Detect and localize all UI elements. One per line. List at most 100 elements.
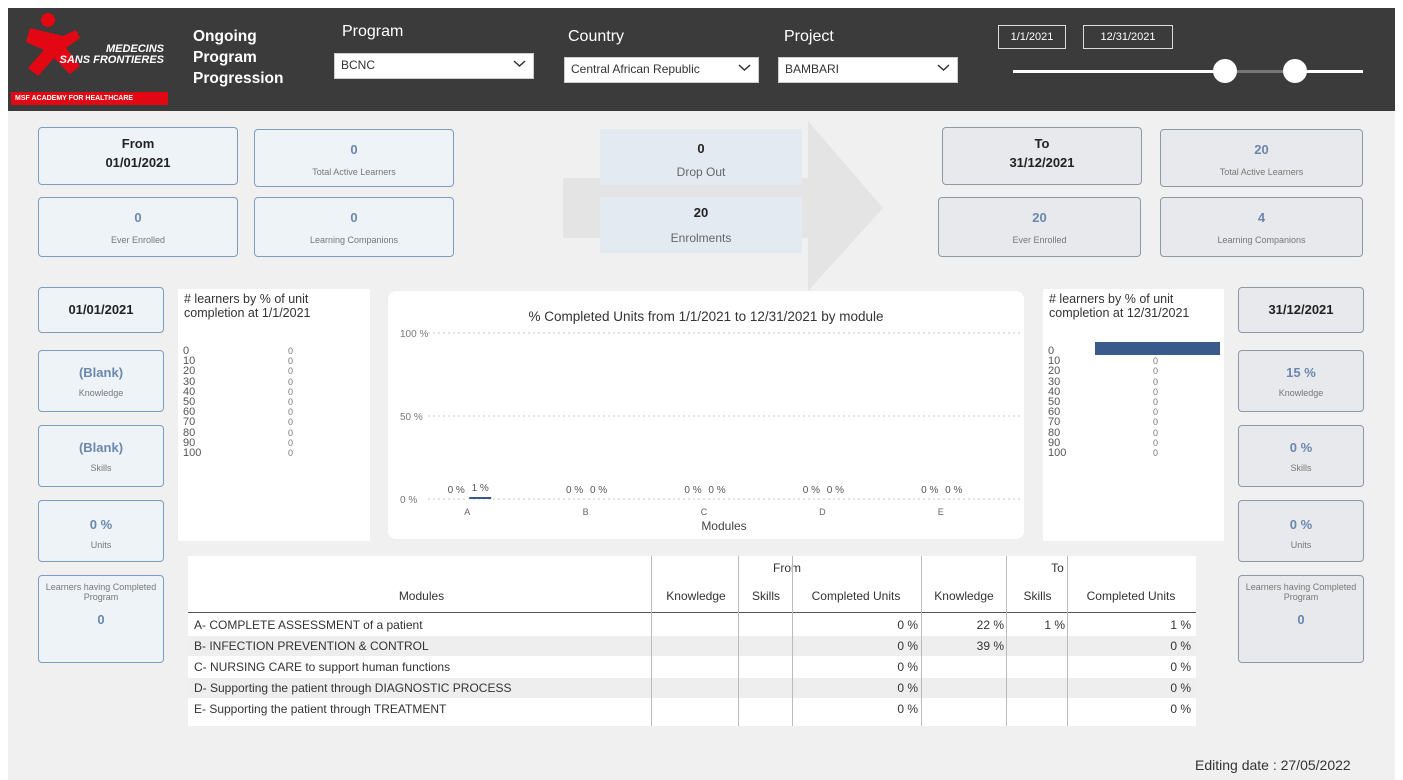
from-ever-enrolled-value: 0 — [134, 210, 142, 225]
y-tick-label: 0 % — [400, 495, 417, 506]
left-skills-card: (Blank) Skills — [38, 425, 164, 487]
left-date: 01/01/2021 — [68, 302, 134, 317]
histogram-row: 20 0 — [1043, 366, 1224, 377]
to-total-active-value: 20 — [1254, 142, 1269, 157]
table-row[interactable]: C- NURSING CARE to support human functio… — [188, 657, 1196, 677]
date-end-input[interactable]: 12/31/2021 — [1083, 25, 1173, 49]
histogram-count: 0 — [1153, 366, 1159, 377]
left-knowledge-value: (Blank) — [78, 365, 124, 380]
right-knowledge-label: Knowledge — [1278, 388, 1324, 398]
column-header: Completed Units — [811, 589, 901, 603]
table-cell — [656, 636, 736, 656]
to-ever-enrolled-card: 20 Ever Enrolled — [938, 197, 1141, 257]
data-label: 0 % — [803, 485, 820, 496]
table-group-header: From To — [188, 558, 1196, 578]
histogram-row: 10 0 — [178, 356, 370, 367]
column-header: Skills — [1023, 589, 1052, 603]
left-knowledge-card: (Blank) Knowledge — [38, 350, 164, 412]
project-value: BAMBARI — [785, 62, 840, 76]
right-units-card: 0 % Units — [1238, 500, 1364, 562]
chevron-down-icon — [513, 60, 526, 68]
table-cell — [656, 657, 736, 677]
date-start-input[interactable]: 1/1/2021 — [998, 25, 1066, 49]
histogram-row: 00 — [178, 346, 370, 357]
table-row[interactable]: D- Supporting the patient through DIAGNO… — [188, 678, 1196, 698]
project-dropdown[interactable]: BAMBARI — [778, 57, 958, 83]
date-slider-track[interactable] — [1013, 70, 1363, 73]
country-dropdown[interactable]: Central African Republic — [564, 57, 759, 83]
to-date-card: To 31/12/2021 — [942, 127, 1142, 185]
date-slider-start-handle[interactable] — [1213, 59, 1237, 83]
left-date-card: 01/01/2021 — [38, 287, 164, 333]
table-cell — [1010, 678, 1065, 698]
to-total-active-label: Total Active Learners — [1219, 167, 1304, 177]
histogram-count: 0 — [288, 397, 294, 407]
column-divider — [792, 556, 793, 726]
table-cell: 1 % — [1170, 618, 1191, 632]
left-units-value: 0 % — [89, 517, 113, 532]
histogram-count: 0 — [1153, 427, 1159, 438]
right-skills-value: 0 % — [1289, 440, 1313, 455]
column-header: Completed Units — [1086, 589, 1176, 603]
table-cell: A- COMPLETE ASSESSMENT of a patient — [194, 618, 423, 632]
left-units-label: Units — [90, 540, 112, 550]
left-completed-value: 0 — [97, 612, 105, 627]
table-row[interactable]: B- INFECTION PREVENTION & CONTROL 0 % 39 %… — [188, 636, 1196, 656]
to-ever-enrolled-label: Ever Enrolled — [1012, 235, 1067, 245]
histogram-bucket-label: 100 — [1048, 447, 1067, 459]
histogram-count: 0 — [1153, 417, 1159, 428]
data-label: 0 % — [827, 485, 844, 496]
date-slider-end-handle[interactable] — [1283, 59, 1307, 83]
table-cell — [1010, 699, 1065, 719]
page-title: Ongoing Program Progression — [193, 28, 284, 87]
histogram-right-panel: # learners by % of unit completion at 12… — [1043, 289, 1224, 541]
logo-text: MEDECINS SANS FRONTIERES — [59, 43, 164, 66]
data-label: 0 % — [566, 485, 583, 496]
group-header-from: From — [773, 561, 801, 575]
table-cell: 0 % — [897, 618, 918, 632]
histogram-count: 0 — [288, 417, 294, 428]
table-row[interactable]: E- Supporting the patient through TREATM… — [188, 699, 1196, 719]
bar — [469, 497, 492, 499]
header-divider — [188, 612, 1196, 613]
histogram-count: 0 — [1153, 397, 1159, 407]
histogram-row: 40 0 — [178, 386, 370, 397]
histogram-count: 0 — [288, 407, 294, 418]
x-axis-label: Modules — [701, 519, 746, 533]
table-row[interactable]: A- COMPLETE ASSESSMENT of a patient 0 % 22… — [188, 615, 1196, 635]
column-divider — [1006, 556, 1007, 726]
chevron-down-icon — [937, 64, 950, 72]
from-ever-enrolled-label: Ever Enrolled — [110, 235, 166, 245]
column-divider — [651, 556, 652, 726]
from-heading: From — [121, 136, 155, 151]
to-ever-enrolled-value: 20 — [1032, 210, 1047, 225]
group-header-to: To — [1051, 561, 1064, 575]
right-knowledge-card: 15 % Knowledge — [1238, 350, 1364, 412]
column-header: Knowledge — [934, 589, 994, 603]
histogram-row: 30 0 — [178, 376, 370, 387]
program-dropdown[interactable]: BCNC — [334, 53, 534, 79]
table-cell: D- Supporting the patient through DIAGNO… — [194, 681, 512, 695]
left-skills-value: (Blank) — [78, 440, 124, 455]
table-cell — [742, 699, 790, 719]
histogram-row: 90 0 — [178, 437, 370, 448]
table-cell: 0 % — [1170, 681, 1191, 695]
program-label: Program — [342, 23, 404, 40]
histogram-row: 50 0 — [178, 397, 370, 408]
histogram-count: 0 — [288, 346, 294, 356]
table-cell: 1 % — [1044, 618, 1065, 632]
chart-title: % Completed Units from 1/1/2021 to 12/31… — [529, 309, 884, 324]
histogram-row: 10 0 — [1043, 356, 1224, 367]
table-cell: 0 % — [1170, 660, 1191, 674]
left-knowledge-label: Knowledge — [78, 388, 124, 398]
histogram-count: 0 — [288, 386, 294, 397]
histogram-count: 0 — [1153, 376, 1159, 387]
table-cell — [656, 678, 736, 698]
table-cell: 39 % — [976, 639, 1004, 653]
table-cell: 0 % — [897, 660, 918, 674]
y-tick-label: 100 % — [400, 329, 428, 340]
column-header: Knowledge — [666, 589, 726, 603]
table-cell — [742, 678, 790, 698]
from-companions-card: 0 Learning Companions — [254, 197, 454, 257]
from-companions-label: Learning Companions — [309, 235, 399, 245]
